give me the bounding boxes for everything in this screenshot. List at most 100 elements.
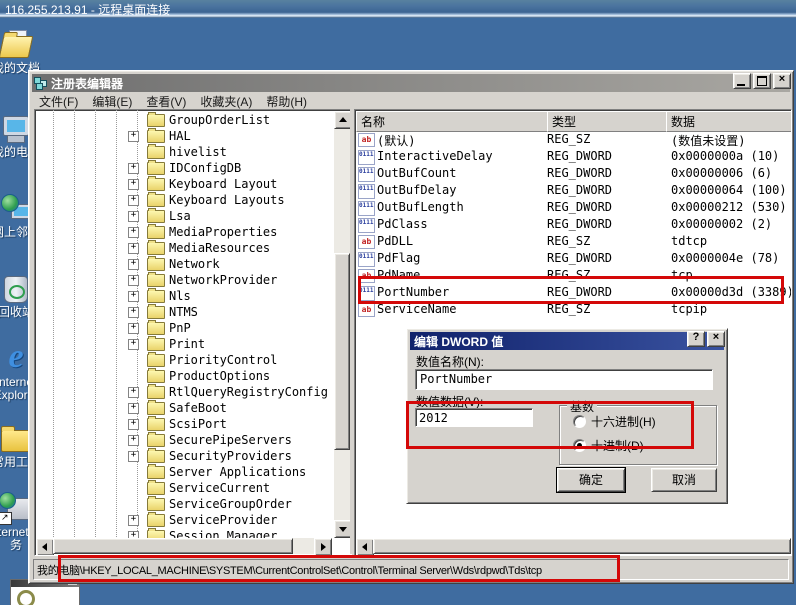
folder-icon (147, 402, 165, 415)
tree-item[interactable]: hivelist (35, 144, 325, 160)
tree-item[interactable]: +Nls (35, 288, 325, 304)
expand-plus-icon[interactable]: + (128, 515, 139, 526)
expand-plus-icon[interactable]: + (128, 179, 139, 190)
scroll-left-button[interactable] (356, 538, 374, 556)
tree-hscroll-thumb[interactable] (53, 538, 293, 554)
value-type: REG_DWORD (547, 166, 612, 180)
dec-radio-button[interactable] (573, 439, 586, 452)
expand-plus-icon[interactable]: + (128, 243, 139, 254)
menu-item-0[interactable]: 文件(F) (32, 92, 85, 111)
value-row[interactable]: ab(默认)REG_SZ(数值未设置) (355, 131, 785, 148)
value-name: InteractiveDelay (377, 149, 493, 163)
tree-item[interactable]: +NetworkProvider (35, 272, 325, 288)
expand-plus-icon[interactable]: + (128, 131, 139, 142)
value-row[interactable]: 011110PdClassREG_DWORD0x00000002 (2) (355, 216, 785, 233)
tree-item[interactable]: +IDConfigDB (35, 160, 325, 176)
folder-icon (147, 338, 165, 351)
menu-item-4[interactable]: 帮助(H) (259, 92, 314, 111)
expand-plus-icon[interactable]: + (128, 419, 139, 430)
expand-plus-icon[interactable]: + (128, 195, 139, 206)
tree-item[interactable]: +PnP (35, 320, 325, 336)
value-row[interactable]: 011110OutBufLengthREG_DWORD0x00000212 (5… (355, 199, 785, 216)
tree-item[interactable]: +SecurityProviders (35, 448, 325, 464)
expand-plus-icon[interactable]: + (128, 435, 139, 446)
tree-item[interactable]: ServiceCurrent (35, 480, 325, 496)
tree-item[interactable]: +NTMS (35, 304, 325, 320)
value-row[interactable]: 011110OutBufCountREG_DWORD0x00000006 (6) (355, 165, 785, 182)
tree-item[interactable]: GroupOrderList (35, 112, 325, 128)
tree-item[interactable]: +HAL (35, 128, 325, 144)
close-button[interactable]: × (707, 331, 725, 347)
value-name: OutBufLength (377, 200, 464, 214)
tree-item[interactable]: +Keyboard Layout (35, 176, 325, 192)
expand-plus-icon[interactable]: + (128, 259, 139, 270)
value-row[interactable]: abPdNameREG_SZtcp (355, 267, 785, 284)
minimize-button[interactable] (733, 73, 751, 89)
cancel-button[interactable]: 取消 (651, 468, 717, 492)
value-data: 0x00000002 (2) (671, 217, 772, 231)
tree-vertical-scrollbar[interactable] (334, 111, 350, 538)
value-data-input[interactable] (415, 408, 533, 427)
help-button[interactable]: ? (687, 331, 705, 347)
tree-item[interactable]: +Lsa (35, 208, 325, 224)
expand-plus-icon[interactable]: + (128, 275, 139, 286)
value-name: (默认) (377, 132, 415, 149)
menu-item-3[interactable]: 收藏夹(A) (193, 92, 259, 111)
column-header-type[interactable]: 类型 (547, 111, 667, 132)
tree-item[interactable]: +RtlQueryRegistryConfig (35, 384, 325, 400)
expand-plus-icon[interactable]: + (128, 403, 139, 414)
list-horizontal-scrollbar[interactable] (356, 538, 790, 554)
value-row[interactable]: abServiceNameREG_SZtcpip (355, 301, 785, 318)
expand-plus-icon[interactable]: + (128, 339, 139, 350)
maximize-button[interactable] (753, 73, 771, 89)
tree-item[interactable]: Server Applications (35, 464, 325, 480)
tree-item[interactable]: +Keyboard Layouts (35, 192, 325, 208)
tree-horizontal-scrollbar[interactable] (36, 538, 332, 554)
value-row[interactable]: 011110InteractiveDelayREG_DWORD0x0000000… (355, 148, 785, 165)
rdp-connection-bar[interactable]: 116.255.213.91 - 远程桌面连接 (0, 0, 796, 18)
menu-item-1[interactable]: 编辑(E) (85, 92, 139, 111)
tree-item[interactable]: +Network (35, 256, 325, 272)
expand-plus-icon[interactable]: + (128, 291, 139, 302)
tree-vscroll-thumb[interactable] (334, 253, 350, 450)
scroll-left-button[interactable] (36, 538, 54, 556)
tree-item[interactable]: +Print (35, 336, 325, 352)
tree-item[interactable]: +MediaResources (35, 240, 325, 256)
tree-item[interactable]: +MediaProperties (35, 224, 325, 240)
value-row[interactable]: 011110PdFlagREG_DWORD0x0000004e (78) (355, 250, 785, 267)
expand-plus-icon[interactable]: + (128, 451, 139, 462)
value-type: REG_DWORD (547, 285, 612, 299)
folder-icon (147, 386, 165, 399)
scroll-right-button[interactable] (314, 538, 332, 556)
tree-item[interactable]: PriorityControl (35, 352, 325, 368)
close-button[interactable]: × (773, 73, 791, 89)
column-header-data[interactable]: 数据 (666, 111, 792, 132)
registry-editor-titlebar[interactable]: 注册表编辑器 (32, 74, 790, 92)
expand-plus-icon[interactable]: + (128, 307, 139, 318)
menu-item-2[interactable]: 查看(V) (139, 92, 193, 111)
dec-radio-row[interactable]: 十进制(D) (573, 437, 644, 454)
hex-radio-row[interactable]: 十六进制(H) (573, 413, 656, 430)
tree-item[interactable]: +SafeBoot (35, 400, 325, 416)
list-hscroll-thumb[interactable] (373, 538, 791, 554)
expand-plus-icon[interactable]: + (128, 323, 139, 334)
ok-button[interactable]: 确定 (557, 468, 625, 492)
column-header-name[interactable]: 名称 (356, 111, 548, 132)
value-row[interactable]: 011110PortNumberREG_DWORD0x00000d3d (338… (355, 284, 785, 301)
hex-radio-button[interactable] (573, 415, 586, 428)
tree-item[interactable]: +SecurePipeServers (35, 432, 325, 448)
tree-item[interactable]: +ScsiPort (35, 416, 325, 432)
tree-item[interactable]: ProductOptions (35, 368, 325, 384)
tree-item[interactable]: +ServiceProvider (35, 512, 325, 528)
expand-plus-icon[interactable]: + (128, 227, 139, 238)
value-row[interactable]: 011110OutBufDelayREG_DWORD0x00000064 (10… (355, 182, 785, 199)
tree-item[interactable]: ServiceGroupOrder (35, 496, 325, 512)
dialog-titlebar[interactable]: 编辑 DWORD 值 (410, 332, 724, 350)
desktop-icon-folder-open[interactable]: 我的文档 (0, 28, 48, 75)
value-data: tcpip (671, 302, 707, 316)
expand-plus-icon[interactable]: + (128, 387, 139, 398)
folder-icon (147, 210, 165, 223)
value-row[interactable]: abPdDLLREG_SZtdtcp (355, 233, 785, 250)
expand-plus-icon[interactable]: + (128, 163, 139, 174)
expand-plus-icon[interactable]: + (128, 211, 139, 222)
